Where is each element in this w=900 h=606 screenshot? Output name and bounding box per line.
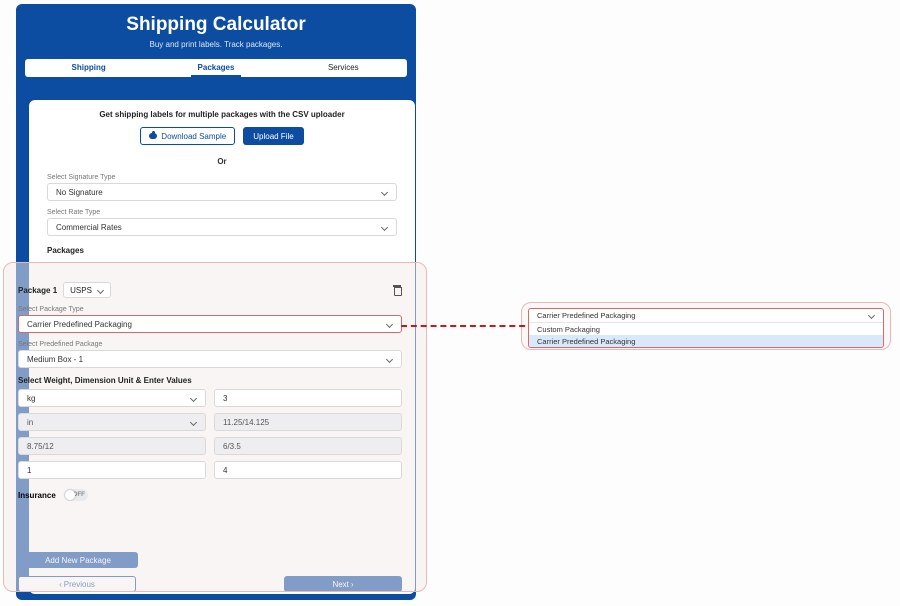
package-type-value: Carrier Predefined Packaging <box>27 320 132 329</box>
cloud-download-icon <box>149 133 157 139</box>
length-input[interactable]: 11.25/14.125 <box>214 413 402 431</box>
dropdown-option-carrier-predefined[interactable]: Carrier Predefined Packaging <box>529 335 883 347</box>
package-form: Package 1 USPS Select Package Type Carri… <box>18 282 402 501</box>
rate-type-value: Commercial Rates <box>56 223 122 232</box>
package-type-dropdown-open: Carrier Predefined Packaging Custom Pack… <box>528 308 884 348</box>
quantity-b-value: 4 <box>223 466 227 475</box>
previous-label: Previous <box>64 580 95 589</box>
tab-packages[interactable]: Packages <box>152 59 279 77</box>
chevron-down-icon <box>97 287 104 294</box>
height-value: 6/3.5 <box>223 442 241 451</box>
dropdown-option-custom[interactable]: Custom Packaging <box>529 323 883 335</box>
dimension-unit-value: in <box>27 418 33 427</box>
carrier-value: USPS <box>70 286 92 295</box>
predefined-package-value: Medium Box - 1 <box>27 355 83 364</box>
tab-shipping[interactable]: Shipping <box>25 59 152 77</box>
height-input[interactable]: 6/3.5 <box>214 437 402 455</box>
add-new-package-button[interactable]: Add New Package <box>18 552 138 568</box>
signature-type-select[interactable]: No Signature <box>47 183 397 201</box>
package-header: Package 1 USPS <box>18 282 402 298</box>
page-title: Shipping Calculator <box>16 4 416 36</box>
callout-arrow-line <box>401 325 535 327</box>
chevron-down-icon <box>190 395 197 402</box>
rate-type-select[interactable]: Commercial Rates <box>47 218 397 236</box>
insurance-toggle[interactable]: OFF <box>64 489 88 501</box>
weight-unit-value: kg <box>27 394 35 403</box>
csv-button-row: Download Sample Upload File <box>29 127 415 145</box>
weight-dim-label: Select Weight, Dimension Unit & Enter Va… <box>18 376 402 385</box>
nav-row: Previous Next <box>18 576 402 592</box>
upload-file-button[interactable]: Upload File <box>243 127 303 145</box>
weight-input[interactable]: 3 <box>214 389 402 407</box>
chevron-down-icon <box>190 419 197 426</box>
next-label: Next <box>332 580 348 589</box>
predefined-package-select[interactable]: Medium Box - 1 <box>18 350 402 368</box>
csv-info-text: Get shipping labels for multiple package… <box>29 110 415 119</box>
package-title: Package 1 <box>18 286 57 295</box>
carrier-select[interactable]: USPS <box>63 282 111 298</box>
weight-value: 3 <box>223 394 227 403</box>
chevron-down-icon <box>868 312 875 319</box>
dropdown-current-value: Carrier Predefined Packaging <box>537 311 635 320</box>
package-type-label: Select Package Type <box>18 306 402 313</box>
delete-package-icon[interactable] <box>392 285 402 295</box>
predefined-package-label: Select Predefined Package <box>18 341 402 348</box>
download-sample-button[interactable]: Download Sample <box>140 127 235 145</box>
signature-type-label: Select Signature Type <box>47 174 415 181</box>
or-divider: Or <box>29 157 415 166</box>
rate-type-label: Select Rate Type <box>47 209 415 216</box>
quantity-b-input[interactable]: 4 <box>214 461 402 479</box>
quantity-a-input[interactable]: 1 <box>18 461 206 479</box>
previous-button[interactable]: Previous <box>18 576 136 592</box>
chevron-left-icon <box>59 580 62 589</box>
footer-buttons: Add New Package Previous Next <box>18 550 402 593</box>
chevron-down-icon <box>381 189 388 196</box>
toggle-knob-icon <box>65 490 75 500</box>
chevron-down-icon <box>386 321 393 328</box>
download-sample-label: Download Sample <box>161 132 226 141</box>
chevron-down-icon <box>386 356 393 363</box>
quantity-a-value: 1 <box>27 466 31 475</box>
signature-type-value: No Signature <box>56 188 103 197</box>
dropdown-current[interactable]: Carrier Predefined Packaging <box>529 309 883 323</box>
next-button[interactable]: Next <box>284 576 402 592</box>
dimension-unit-select[interactable]: in <box>18 413 206 431</box>
tab-services[interactable]: Services <box>280 59 407 77</box>
page-subtitle: Buy and print labels. Track packages. <box>16 36 416 49</box>
packages-section-label: Packages <box>47 246 415 255</box>
weight-unit-select[interactable]: kg <box>18 389 206 407</box>
chevron-right-icon <box>351 580 354 589</box>
length-value: 11.25/14.125 <box>223 418 269 427</box>
insurance-row: Insurance OFF <box>18 489 402 501</box>
insurance-label: Insurance <box>18 491 56 500</box>
package-type-select[interactable]: Carrier Predefined Packaging <box>18 315 402 333</box>
width-value: 8.75/12 <box>27 442 54 451</box>
chevron-down-icon <box>381 224 388 231</box>
width-input[interactable]: 8.75/12 <box>18 437 206 455</box>
tab-bar: Shipping Packages Services <box>25 59 407 77</box>
